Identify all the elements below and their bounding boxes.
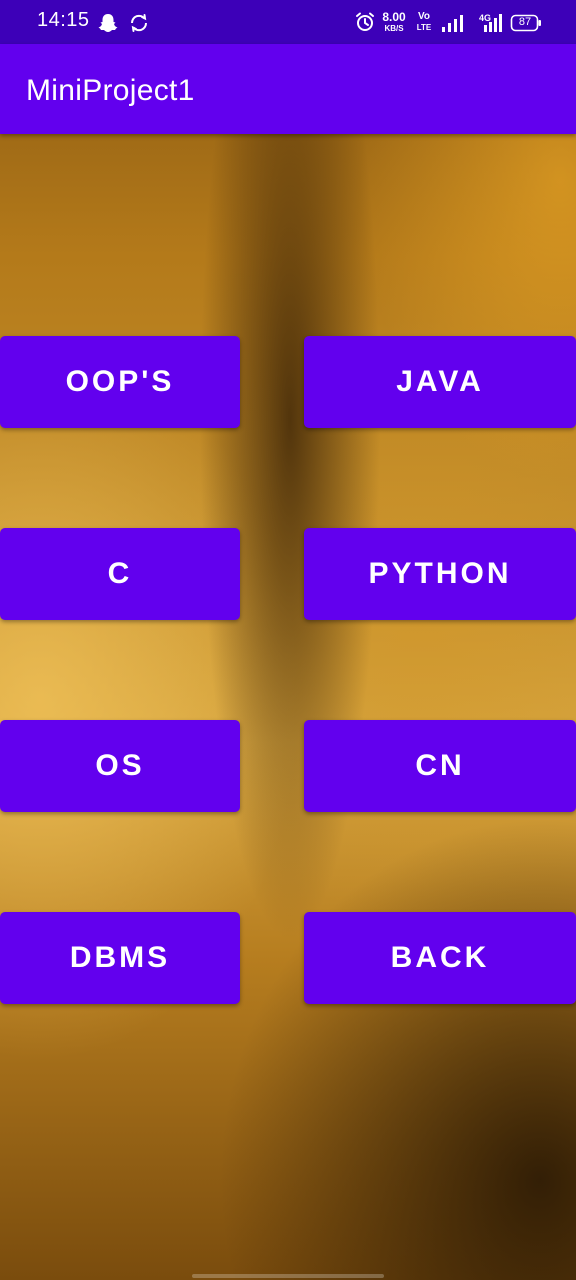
volte-label-bottom: LTE [416, 23, 432, 32]
status-bar: 14:15 8.00 KB/S Vo LTE 4G 87 [0, 0, 576, 44]
os-button[interactable]: OS [0, 720, 240, 812]
volte-label-top: Vo [417, 11, 431, 22]
network-speed-value: 8.00 [382, 10, 406, 24]
battery-level: 87 [518, 16, 532, 28]
navigation-handle[interactable] [192, 1274, 384, 1278]
snapchat-icon [97, 12, 119, 39]
cn-button[interactable]: CN [304, 720, 576, 812]
c-button[interactable]: C [0, 528, 240, 620]
app-title: MiniProject1 [26, 74, 195, 107]
alarm-icon [354, 11, 376, 38]
network-speed-unit: KB/S [384, 24, 404, 33]
background-wallpaper [0, 0, 576, 1280]
status-time: 14:15 [37, 9, 90, 31]
signal-4g-icon [478, 13, 504, 38]
app-bar: MiniProject1 [0, 44, 576, 134]
signal-icon [441, 13, 465, 38]
back-button[interactable]: BACK [304, 912, 576, 1004]
java-button[interactable]: JAVA [304, 336, 576, 428]
oops-button[interactable]: OOP'S [0, 336, 240, 428]
python-button[interactable]: PYTHON [304, 528, 576, 620]
dbms-button[interactable]: DBMS [0, 912, 240, 1004]
sync-icon [128, 12, 150, 39]
